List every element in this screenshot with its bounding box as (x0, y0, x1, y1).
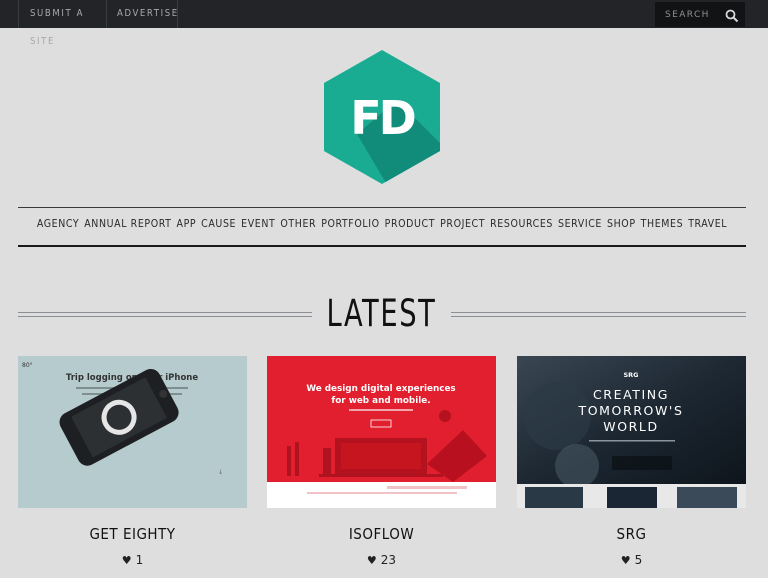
nav-item-other[interactable]: OTHER (280, 218, 316, 230)
svg-text:for web and mobile.: for web and mobile. (331, 396, 430, 406)
card-thumbnail[interactable]: We design digital experiences for web an… (267, 356, 496, 508)
svg-text:↓: ↓ (218, 469, 223, 476)
search-icon[interactable] (725, 8, 739, 23)
top-bar: Submit a site Advertise (0, 0, 768, 47)
card-likes[interactable]: ♥ 5 (517, 553, 746, 567)
advertise-link[interactable]: Advertise (107, 0, 178, 28)
card-likes[interactable]: ♥ 23 (267, 553, 496, 567)
card-thumbnail[interactable]: SRG CREATING TOMORROW'S WORLD (517, 356, 746, 508)
nav-item-resources[interactable]: RESOURCES (490, 218, 553, 230)
nav-divider-bottom (18, 245, 746, 247)
svg-text:CREATING: CREATING (593, 387, 669, 402)
nav-divider-top (18, 207, 746, 208)
like-count: 5 (634, 553, 643, 567)
site-card-srg[interactable]: SRG CREATING TOMORROW'S WORLD SRG ♥ 5 (517, 356, 746, 567)
submit-site-link[interactable]: Submit a site (18, 0, 107, 47)
site-card-get-eighty[interactable]: 80° Trip logging on your iPhone ↓ GET EI… (18, 356, 247, 567)
nav-item-event[interactable]: EVENT (241, 218, 275, 230)
nav-item-cause[interactable]: CAUSE (201, 218, 236, 230)
nav-item-annual-report[interactable]: ANNUAL REPORT (84, 218, 171, 230)
heart-icon[interactable]: ♥ (621, 554, 631, 567)
nav-item-agency[interactable]: AGENCY (37, 218, 79, 230)
section-rule-left (18, 312, 312, 317)
heart-icon[interactable]: ♥ (367, 554, 377, 567)
nav-item-service[interactable]: SERVICE (558, 218, 602, 230)
logo-text: FD (350, 91, 414, 145)
nav-item-app[interactable]: APP (177, 218, 197, 230)
nav-item-shop[interactable]: SHOP (607, 218, 636, 230)
svg-text:TOMORROW'S: TOMORROW'S (577, 403, 683, 418)
site-logo[interactable]: FD (322, 50, 442, 185)
heart-icon[interactable]: ♥ (122, 554, 132, 567)
nav-item-themes[interactable]: THEMES (641, 218, 684, 230)
search-input[interactable] (655, 2, 721, 27)
card-thumbnail[interactable]: 80° Trip logging on your iPhone ↓ (18, 356, 247, 508)
nav-item-travel[interactable]: TRAVEL (688, 218, 727, 230)
svg-text:WORLD: WORLD (603, 419, 658, 434)
svg-text:80°: 80° (22, 362, 33, 369)
like-count: 23 (380, 553, 397, 567)
search-box (655, 2, 745, 27)
nav-item-product[interactable]: PRODUCT (385, 218, 435, 230)
card-title[interactable]: SRG (517, 525, 746, 543)
nav-item-portfolio[interactable]: PORTFOLIO (321, 218, 379, 230)
section-title: LATEST (326, 292, 437, 335)
nav-item-project[interactable]: PROJECT (440, 218, 485, 230)
section-rule-right (451, 312, 746, 317)
svg-text:We design digital experiences: We design digital experiences (306, 384, 455, 394)
svg-text:SRG: SRG (623, 371, 638, 379)
card-title[interactable]: GET EIGHTY (18, 525, 247, 543)
category-nav: AGENCY ANNUAL REPORT APP CAUSE EVENT OTHER POR… (18, 218, 746, 238)
like-count: 1 (135, 553, 144, 567)
site-card-isoflow[interactable]: We design digital experiences for web an… (267, 356, 496, 567)
card-title[interactable]: ISOFLOW (267, 525, 496, 543)
card-likes[interactable]: ♥ 1 (18, 553, 247, 567)
